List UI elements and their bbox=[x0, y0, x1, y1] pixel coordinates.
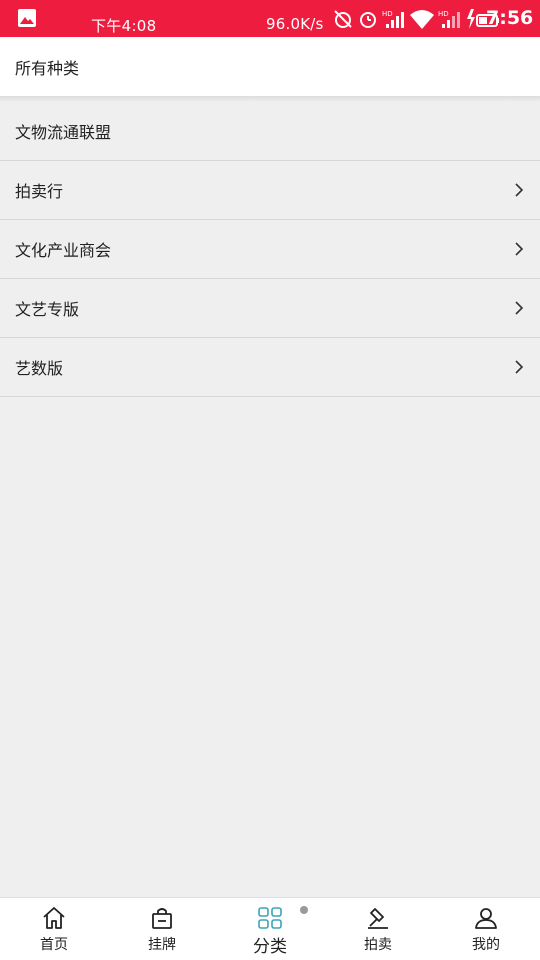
grid-icon bbox=[258, 907, 282, 929]
home-icon bbox=[43, 907, 65, 929]
category-item[interactable]: 艺数版 bbox=[0, 338, 540, 397]
category-label: 文艺专版 bbox=[15, 300, 80, 319]
tab-listing[interactable]: 挂牌 bbox=[108, 898, 216, 960]
alarm-off-icon bbox=[334, 10, 352, 28]
tab-label: 挂牌 bbox=[148, 937, 176, 953]
category-label: 文化产业商会 bbox=[15, 241, 112, 260]
category-label: 文物流通联盟 bbox=[15, 123, 112, 142]
signal-hd-2-icon: HD bbox=[438, 10, 460, 28]
chevron-right-icon bbox=[515, 183, 524, 197]
signal-hd-icon: HD bbox=[382, 10, 404, 28]
tab-category[interactable]: 分类 bbox=[216, 898, 324, 960]
svg-text:HD: HD bbox=[382, 10, 393, 18]
svg-text:HD: HD bbox=[438, 10, 449, 18]
status-clock: 7:56 bbox=[486, 7, 534, 29]
page-title: 所有种类 bbox=[15, 58, 80, 78]
category-label: 艺数版 bbox=[15, 359, 64, 378]
category-label: 拍卖行 bbox=[15, 182, 64, 201]
network-speed: 96.0K/s bbox=[266, 15, 324, 33]
user-icon bbox=[475, 908, 497, 929]
bag-icon bbox=[152, 908, 172, 929]
tab-home[interactable]: 首页 bbox=[0, 898, 108, 960]
gavel-icon bbox=[368, 908, 388, 929]
wifi-icon bbox=[410, 10, 434, 29]
tab-label: 拍卖 bbox=[364, 937, 392, 953]
notification-dot bbox=[300, 906, 308, 914]
bottom-tab-bar: 首页 挂牌 分类 拍卖 我的 bbox=[0, 897, 540, 960]
alarm-icon bbox=[360, 12, 376, 28]
chevron-right-icon bbox=[515, 242, 524, 256]
category-item[interactable]: 拍卖行 bbox=[0, 161, 540, 220]
tab-auction[interactable]: 拍卖 bbox=[324, 898, 432, 960]
category-item[interactable]: 文化产业商会 bbox=[0, 220, 540, 279]
category-item[interactable]: 文艺专版 bbox=[0, 279, 540, 338]
tab-profile[interactable]: 我的 bbox=[432, 898, 540, 960]
status-bar: 下午4:08 96.0K/s HD HD 7:56 bbox=[0, 0, 540, 37]
status-time: 下午4:08 bbox=[91, 17, 157, 35]
chevron-right-icon bbox=[515, 301, 524, 315]
category-item[interactable]: 文物流通联盟 bbox=[0, 102, 540, 161]
page-header: 所有种类 bbox=[0, 37, 540, 96]
tab-label: 首页 bbox=[40, 937, 68, 953]
tab-label: 我的 bbox=[472, 937, 500, 953]
tab-label: 分类 bbox=[253, 937, 287, 957]
chevron-right-icon bbox=[515, 360, 524, 374]
status-icons: HD HD bbox=[332, 6, 501, 32]
category-list: 文物流通联盟 拍卖行 文化产业商会 文艺专版 艺数版 bbox=[0, 102, 540, 397]
image-icon bbox=[18, 9, 36, 27]
